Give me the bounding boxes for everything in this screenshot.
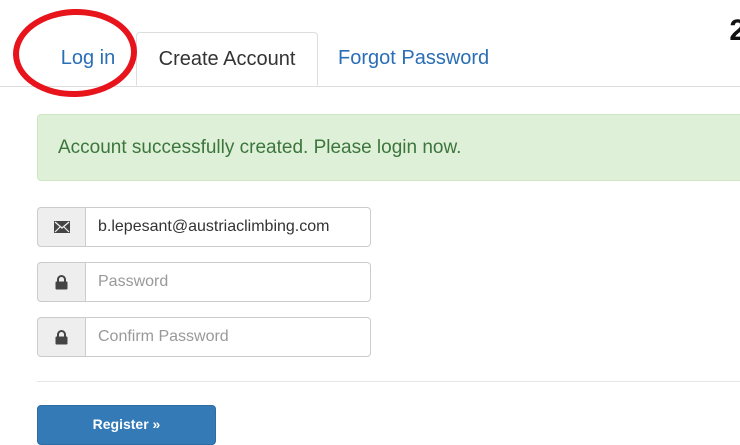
form-divider xyxy=(37,381,740,382)
lock-icon xyxy=(37,317,85,357)
tab-log-in[interactable]: Log in xyxy=(38,32,138,85)
password-field[interactable] xyxy=(85,262,371,302)
success-alert-message: Account successfully created. Please log… xyxy=(58,137,462,158)
lock-icon xyxy=(37,262,85,302)
email-field[interactable] xyxy=(85,207,371,247)
tab-forgot-password[interactable]: Forgot Password xyxy=(320,32,507,85)
email-input-group xyxy=(37,207,371,247)
auth-tabs: Log in Create Account Forgot Password xyxy=(0,32,740,87)
password-input-group xyxy=(37,262,371,302)
confirm-password-field[interactable] xyxy=(85,317,371,357)
envelope-icon xyxy=(37,207,85,247)
confirm-password-input-group xyxy=(37,317,371,357)
success-alert: Account successfully created. Please log… xyxy=(37,114,740,181)
tab-create-account[interactable]: Create Account xyxy=(136,32,318,86)
register-button[interactable]: Register » xyxy=(37,405,216,445)
